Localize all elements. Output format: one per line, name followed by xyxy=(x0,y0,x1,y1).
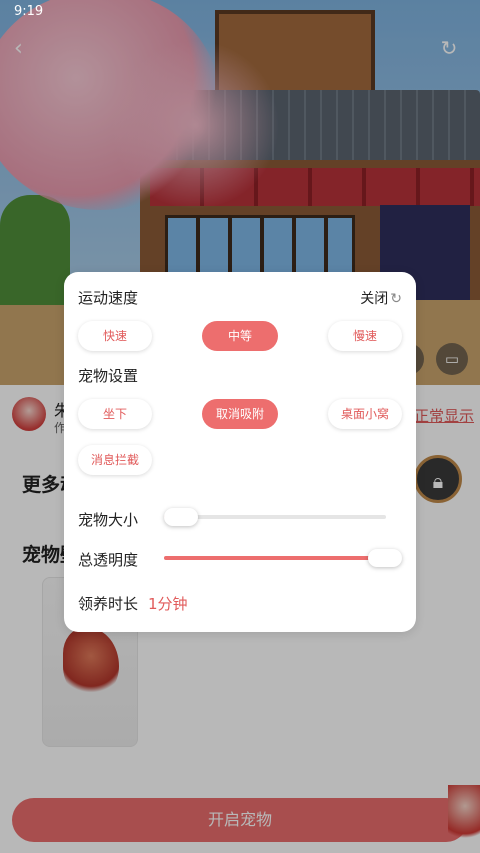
opacity-slider-fill xyxy=(164,556,385,560)
status-time: 9:19 xyxy=(14,4,44,19)
opacity-slider[interactable] xyxy=(164,549,402,567)
speed-close-toggle[interactable]: 关闭 ↻ xyxy=(360,288,402,308)
pet-size-slider-thumb[interactable] xyxy=(164,508,198,526)
opacity-label: 总透明度 xyxy=(78,551,139,569)
speed-fast-chip[interactable]: 快速 xyxy=(78,321,152,351)
sit-down-chip[interactable]: 坐下 xyxy=(78,399,152,429)
message-block-chip[interactable]: 消息拦截 xyxy=(78,445,152,475)
adopt-duration-label: 领养时长 xyxy=(78,595,139,613)
speed-slow-chip[interactable]: 慢速 xyxy=(328,321,402,351)
pet-size-slider[interactable] xyxy=(164,508,386,526)
status-bar: 9:19 xyxy=(0,0,480,24)
pet-size-label: 宠物大小 xyxy=(78,511,139,529)
speed-title: 运动速度 xyxy=(78,289,139,307)
rotate-arrow-icon: ↻ xyxy=(390,291,402,307)
speed-medium-chip[interactable]: 中等 xyxy=(202,321,278,351)
pet-settings-title: 宠物设置 xyxy=(78,367,139,385)
pet-settings-panel: 运动速度 关闭 ↻ 快速 中等 慢速 宠物设置 坐下 取消吸附 桌面小窝 消息拦截… xyxy=(64,272,416,632)
adopt-duration-value: 1分钟 xyxy=(148,595,188,613)
cancel-snap-chip[interactable]: 取消吸附 xyxy=(202,399,278,429)
desktop-nest-chip[interactable]: 桌面小窝 xyxy=(328,399,402,429)
opacity-slider-thumb[interactable] xyxy=(368,549,402,567)
close-toggle-label: 关闭 xyxy=(360,291,389,307)
